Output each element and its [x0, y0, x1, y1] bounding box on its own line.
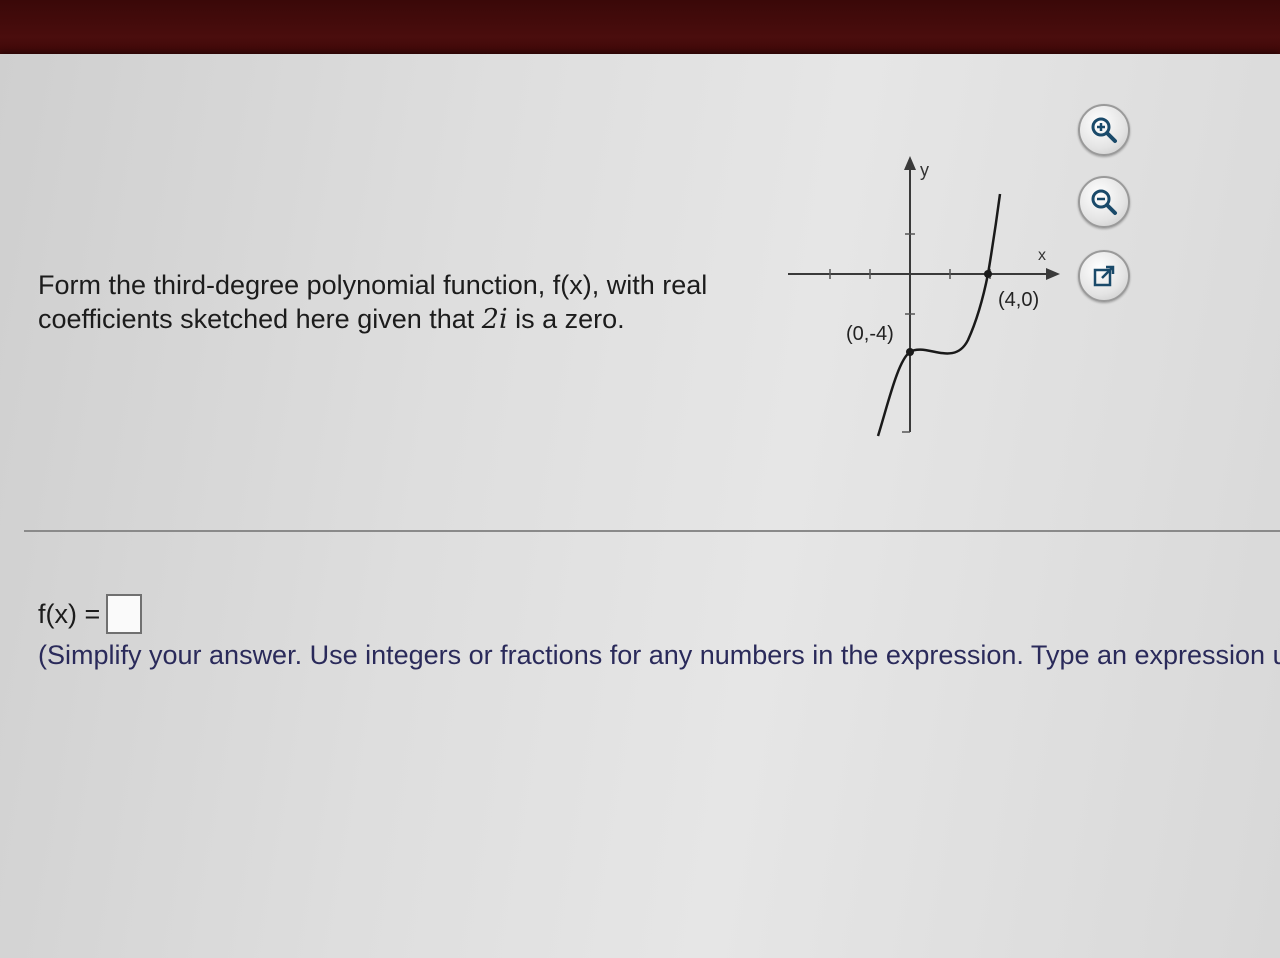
- point-label-4-0: (4,0): [998, 289, 1039, 311]
- polynomial-curve: [876, 193, 1002, 437]
- y-axis-label: y: [920, 160, 929, 180]
- question-panel: Form the third-degree polynomial functio…: [0, 54, 1280, 958]
- external-link-icon: [1093, 265, 1115, 287]
- zoom-in-icon: [1091, 117, 1117, 143]
- point-y-intercept: [906, 348, 914, 356]
- top-bar: [0, 0, 1280, 62]
- zoom-in-button[interactable]: [1078, 104, 1130, 156]
- zoom-out-button[interactable]: [1078, 176, 1130, 228]
- question-text-end: is a zero.: [507, 304, 625, 334]
- point-label-0-neg4: (0,-4): [846, 323, 894, 345]
- answer-hint: (Simplify your answer. Use integers or f…: [38, 640, 1280, 670]
- point-x-intercept: [984, 270, 992, 278]
- polynomial-graph: y x (4,0) (0,-4): [788, 156, 1060, 437]
- page-title: [40, 0, 370, 4]
- question-text: Form the third-degree polynomial functio…: [38, 268, 758, 337]
- popout-button[interactable]: [1078, 250, 1130, 302]
- x-axis-label: x: [1038, 247, 1046, 264]
- answer-label: f(x) =: [38, 598, 101, 629]
- answer-row: f(x) =: [38, 594, 143, 634]
- x-axis-arrow: [1046, 268, 1060, 280]
- zoom-out-icon: [1091, 189, 1117, 215]
- question-zero: 2i: [481, 304, 508, 335]
- answer-input[interactable]: [106, 594, 143, 634]
- y-axis-arrow: [904, 156, 916, 170]
- section-divider: [24, 530, 1280, 532]
